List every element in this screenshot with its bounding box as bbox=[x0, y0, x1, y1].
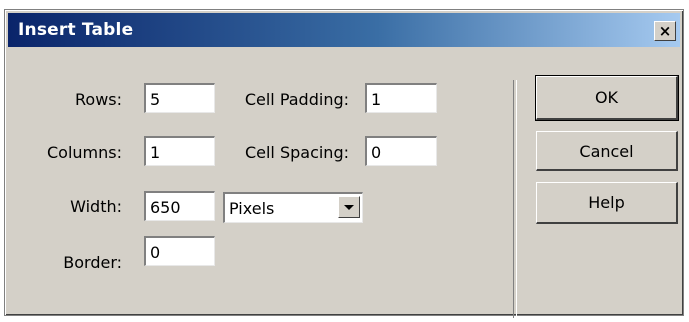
help-button[interactable]: Help bbox=[536, 182, 678, 224]
insert-table-dialog: Insert Table × Rows: 5 Columns: 1 Width:… bbox=[4, 9, 684, 318]
chevron-down-icon[interactable] bbox=[338, 196, 360, 218]
border-input[interactable]: 0 bbox=[144, 236, 215, 266]
cell-padding-label: Cell Padding: bbox=[244, 90, 349, 109]
border-label: Border: bbox=[63, 253, 122, 272]
width-input[interactable]: 650 bbox=[144, 191, 215, 221]
width-unit-value: Pixels bbox=[229, 199, 275, 218]
width-label: Width: bbox=[70, 197, 122, 216]
cell-spacing-label: Cell Spacing: bbox=[244, 143, 349, 162]
ok-button[interactable]: OK bbox=[535, 75, 679, 121]
cell-spacing-input[interactable]: 0 bbox=[365, 136, 437, 166]
vertical-separator bbox=[513, 80, 517, 318]
cancel-button[interactable]: Cancel bbox=[536, 131, 678, 171]
cell-padding-input[interactable]: 1 bbox=[365, 83, 437, 113]
columns-input[interactable]: 1 bbox=[144, 136, 215, 166]
close-button[interactable]: × bbox=[654, 21, 676, 41]
close-icon: × bbox=[658, 21, 672, 40]
width-unit-select[interactable]: Pixels bbox=[223, 192, 363, 223]
columns-label: Columns: bbox=[47, 143, 122, 162]
rows-label: Rows: bbox=[75, 90, 122, 109]
dialog-title: Insert Table bbox=[18, 20, 134, 40]
rows-input[interactable]: 5 bbox=[144, 83, 215, 113]
title-bar[interactable]: Insert Table × bbox=[8, 13, 680, 47]
